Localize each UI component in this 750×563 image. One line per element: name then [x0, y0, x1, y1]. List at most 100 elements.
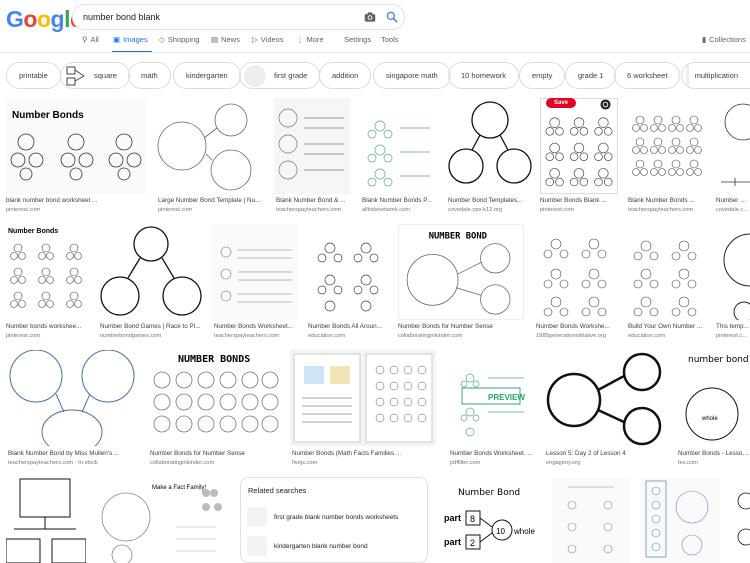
related-search-item[interactable]: first grade blank number bonds worksheet…	[247, 506, 423, 528]
result-image[interactable]	[544, 350, 666, 446]
result-caption[interactable]: Number Bond Templates...	[448, 197, 532, 204]
chip-math[interactable]: math	[128, 62, 171, 89]
result-source[interactable]: teacherspayteachers.com	[276, 207, 354, 213]
result-source[interactable]: teacherspayteachers.com	[628, 207, 706, 213]
result-caption[interactable]: Blank Number Bonds ...	[628, 197, 706, 204]
result-caption[interactable]: Large Number Bond Template | Nu...	[158, 197, 264, 204]
result-source[interactable]: collaboratinginkinder.com	[398, 333, 524, 339]
result-image[interactable]	[534, 224, 616, 320]
chip-square[interactable]: square	[60, 62, 130, 89]
result-source[interactable]: engageny.org	[546, 460, 666, 466]
result-caption[interactable]: Number Bonds - Lessons ...	[678, 450, 750, 457]
result-caption[interactable]: Number bonds workshee...	[6, 323, 90, 330]
chip-multiplication[interactable]: multiplication	[681, 62, 750, 89]
result-source[interactable]: teacherspayteachers.com	[214, 333, 300, 339]
result-caption[interactable]: Number Bonds All Aroun...	[308, 323, 390, 330]
result-caption[interactable]: Lesson 5: Day 2 of Lesson 4	[546, 450, 666, 457]
chip-10-homework[interactable]: 10 homework	[448, 62, 520, 89]
result-source[interactable]: covedale.cps-k12.org	[716, 207, 750, 213]
result-source[interactable]: pinterest.com	[716, 333, 750, 339]
result-caption[interactable]: Number Bonds Blank ...	[540, 197, 620, 204]
search-box[interactable]	[72, 4, 405, 30]
result-caption[interactable]: Number Bonds Workshe...	[536, 323, 618, 330]
camera-icon[interactable]	[363, 10, 377, 24]
result-caption[interactable]: Number Bonds Worksheet. ...	[450, 450, 536, 457]
result-image[interactable]	[540, 98, 618, 194]
result-image[interactable]	[274, 98, 350, 194]
result-source[interactable]: education.com	[308, 333, 390, 339]
result-image[interactable]	[212, 224, 298, 320]
result-image[interactable]: Number Bond part part 8 2 10 whole	[438, 477, 542, 563]
result-source[interactable]: pinterest.com	[540, 207, 620, 213]
result-source[interactable]: covedale.cps-k12.org	[448, 207, 532, 213]
result-image[interactable]	[714, 224, 750, 320]
result-source[interactable]: 1989generationinitiative.org	[536, 333, 618, 339]
result-image[interactable]	[362, 98, 438, 194]
chip-grade-1[interactable]: grade 1	[565, 62, 617, 89]
result-image[interactable]	[626, 224, 706, 320]
result-caption[interactable]: Number Bonds for Number Sense	[150, 450, 280, 457]
tab-all[interactable]: ⚲ All	[82, 35, 99, 44]
result-image[interactable]	[308, 224, 390, 320]
result-caption[interactable]: Number Bond Games | Race to Pl...	[100, 323, 204, 330]
search-input[interactable]	[83, 8, 353, 26]
result-source[interactable]: teacherspayteachers.com · In stock	[8, 460, 140, 466]
result-image[interactable]	[730, 477, 750, 563]
result-caption[interactable]: Number Bonds for Number Sense	[398, 323, 524, 330]
settings-link[interactable]: Settings	[344, 35, 371, 44]
result-image[interactable]	[640, 477, 720, 563]
chip-addition[interactable]: addition	[319, 62, 372, 89]
chip-first-grade[interactable]: first grade	[239, 62, 321, 89]
result-image[interactable]: number bond whole	[676, 350, 750, 446]
result-image[interactable]	[552, 477, 630, 563]
collections-link[interactable]: ▮ Collections	[702, 35, 746, 44]
result-caption[interactable]: Build Your Own Number ...	[628, 323, 706, 330]
result-source[interactable]: pdffiller.com	[450, 460, 536, 466]
result-image[interactable]	[98, 224, 204, 320]
result-image[interactable]	[6, 350, 138, 446]
result-image[interactable]	[713, 98, 750, 194]
result-caption[interactable]: blank number bond worksheet ...	[6, 197, 146, 204]
result-image[interactable]: Number Bonds	[6, 224, 88, 320]
tab-more[interactable]: ⋮ More	[296, 35, 324, 44]
result-source[interactable]: pinterest.com	[6, 333, 90, 339]
result-source[interactable]: pinterest.com	[158, 207, 264, 213]
result-source[interactable]: numberbondgames.com	[100, 333, 204, 339]
tab-videos[interactable]: ▷ Videos	[252, 35, 284, 44]
result-source[interactable]: fivejs.com	[292, 460, 436, 466]
google-logo[interactable]: Google	[6, 6, 83, 33]
result-image[interactable]	[628, 98, 704, 194]
chip-empty[interactable]: empty	[519, 62, 566, 89]
tab-shopping[interactable]: ◇ Shopping	[159, 35, 199, 44]
result-source[interactable]: pinterest.com	[6, 207, 146, 213]
chip-6-worksheet[interactable]: 6 worksheet	[614, 62, 681, 89]
result-image[interactable]	[154, 98, 264, 194]
chip-singapore-math[interactable]: singapore math	[373, 62, 451, 89]
chip-printable[interactable]: printable	[6, 62, 61, 89]
result-caption[interactable]: Blank Number Bond by Miss Mullen's ...	[8, 450, 140, 457]
search-icon[interactable]	[385, 10, 399, 24]
result-image[interactable]: NUMBER BOND	[398, 224, 524, 320]
tab-images[interactable]: ▣ Images	[113, 35, 148, 44]
result-image[interactable]	[448, 98, 532, 194]
result-caption[interactable]: Blank Number Bond & ...	[276, 197, 354, 204]
result-image[interactable]	[6, 477, 86, 563]
result-image[interactable]: PREVIEW	[448, 350, 534, 446]
result-source[interactable]: tes.com	[678, 460, 750, 466]
result-caption[interactable]: Number Bonds ...	[716, 197, 750, 204]
result-image[interactable]: Number Bonds	[6, 98, 146, 194]
result-caption[interactable]: Number Bonds Worksheet...	[214, 323, 300, 330]
result-source[interactable]: education.com	[628, 333, 706, 339]
related-search-item[interactable]: kindergarten blank number bond	[247, 535, 423, 557]
pinterest-save-button[interactable]: Save	[546, 98, 576, 108]
result-caption[interactable]: Blank Number Bonds P...	[362, 197, 442, 204]
result-image[interactable]: Make a Fact Family!	[96, 477, 230, 563]
visual-search-icon[interactable]	[600, 99, 611, 110]
tools-link[interactable]: Tools	[381, 35, 399, 44]
tab-news[interactable]: ▤ News	[211, 35, 240, 44]
result-source[interactable]: collaboratinginkinder.com	[150, 460, 280, 466]
result-caption[interactable]: This templa...	[716, 323, 750, 330]
result-image[interactable]	[290, 350, 436, 446]
result-caption[interactable]: Number Bonds (Math Facts Families ...	[292, 450, 436, 457]
chip-kindergarten[interactable]: kindergarten	[173, 62, 241, 89]
